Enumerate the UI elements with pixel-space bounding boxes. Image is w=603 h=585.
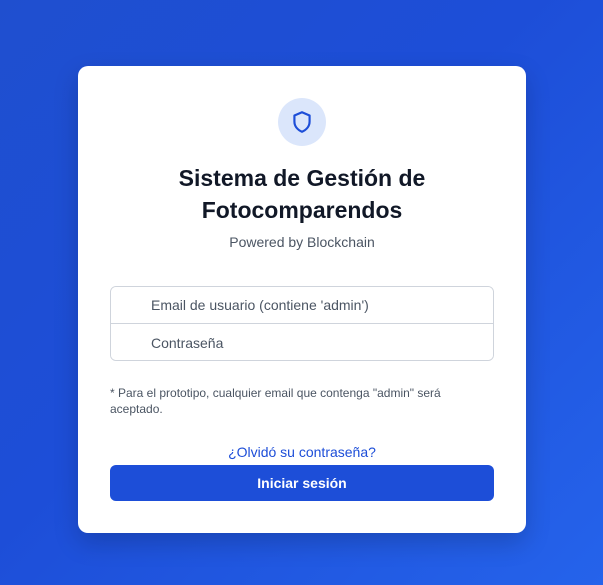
password-field[interactable]: [111, 324, 493, 360]
page-subtitle: Powered by Blockchain: [229, 234, 375, 250]
page-title: Sistema de Gestión de Fotocomparendos: [178, 165, 426, 223]
login-card: Sistema de Gestión de Fotocomparendos Po…: [78, 66, 526, 533]
forgot-password-link[interactable]: ¿Olvidó su contraseña?: [78, 444, 526, 460]
login-button[interactable]: Iniciar sesión: [110, 465, 494, 501]
credentials-group: [110, 286, 494, 361]
email-field[interactable]: [111, 287, 493, 324]
prototype-note: * Para el prototipo, cualquier email que…: [110, 386, 441, 416]
shield-icon: [293, 111, 311, 133]
shield-badge: [278, 98, 326, 146]
